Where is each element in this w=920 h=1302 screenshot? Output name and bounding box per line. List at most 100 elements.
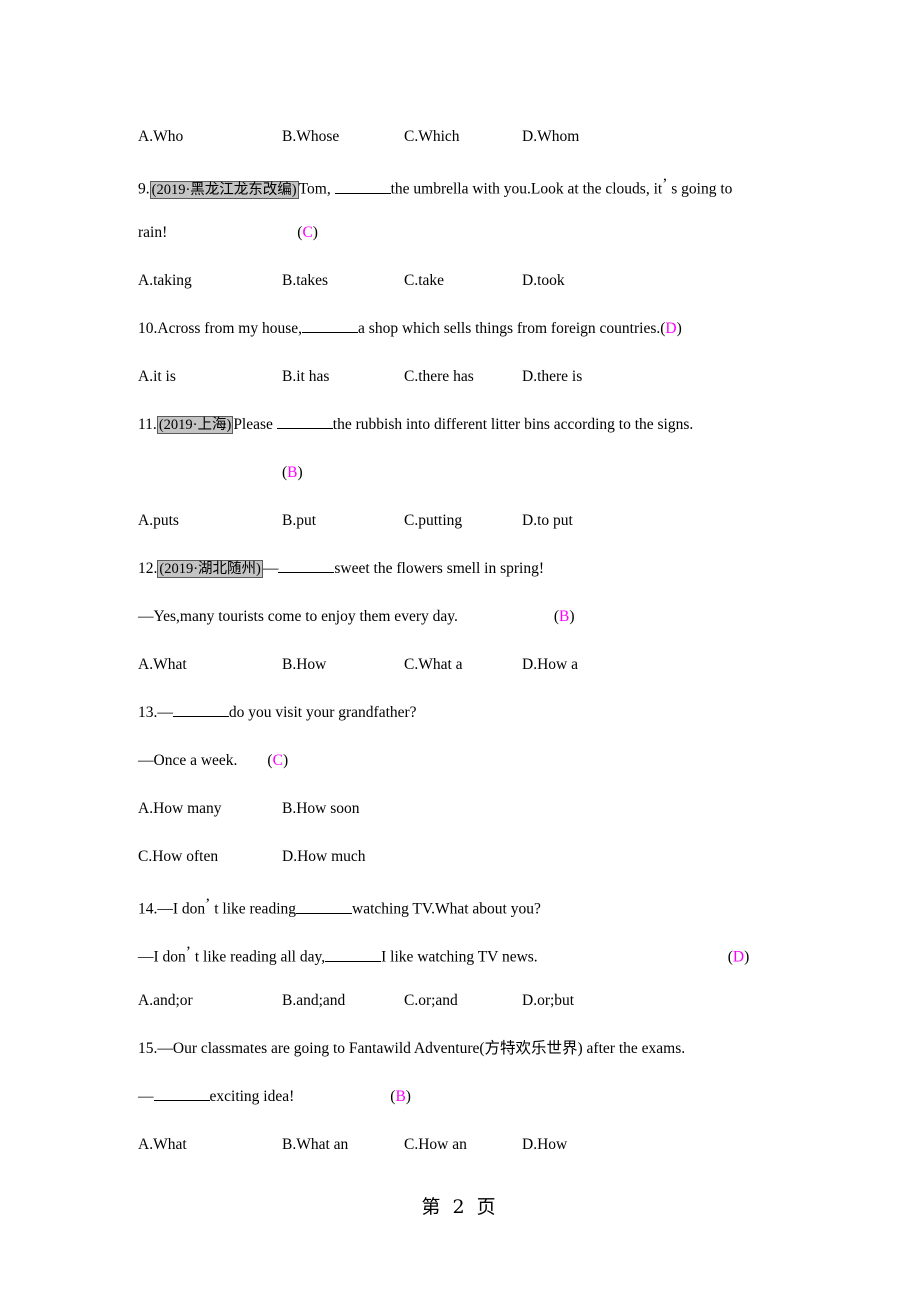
q11-answer: (B) (282, 464, 303, 481)
q15-option-b: B.What an (282, 1136, 349, 1153)
q12-source-tag: (2019·湖北随州) (157, 560, 263, 578)
q10-answer: (D) (660, 320, 682, 337)
q13-option-a: A.How many (138, 800, 222, 817)
page-footer: 第 2 页 (421, 1196, 499, 1218)
q9-source-tag: (2019·黑龙江龙东改编) (149, 180, 299, 199)
q8-option-b: B.Whose (282, 128, 340, 145)
worksheet-page: A.Who B.Whose C.Which D.Whom 9. (2019·黑龙江… (0, 0, 920, 1302)
q15-option-a: A.What (138, 1136, 187, 1153)
q11-option-d: D.to put (522, 512, 573, 529)
q11-option-a: A.puts (138, 512, 179, 529)
q9-stem-tail: s going to (667, 180, 733, 198)
q13-blank (172, 703, 229, 717)
q8-option-c: C.Which (404, 128, 460, 145)
q15-reply-after: exciting idea! (209, 1088, 295, 1105)
q11-source-tag: (2019·上海) (156, 416, 234, 434)
q9-options-row: A.taking B.takes C.take D.took (138, 266, 838, 314)
q9-option-d: D.took (522, 272, 565, 289)
q15-options-row: A.What B.What an C.How an D.How (138, 1130, 838, 1178)
q14-option-a: A.and;or (138, 992, 193, 1009)
q11-answer-line: (B) (138, 458, 838, 506)
q11-stem-after: the rubbish into different litter bins a… (332, 416, 694, 433)
q14-stem-dash: — (157, 900, 173, 918)
q9-number: 9. (138, 180, 150, 198)
q9-option-b: B.takes (282, 272, 329, 289)
q12-stem-dash: — (262, 560, 279, 577)
q9-stem-line2-text: rain! (138, 224, 168, 241)
q12-blank (278, 559, 335, 573)
q13-options-row-1: A.How many B.How soon (138, 794, 838, 842)
q11-option-b: B.put (282, 512, 317, 529)
q11-stem-before: Please (233, 416, 277, 433)
q15-stem-dash: — (157, 1040, 173, 1057)
q14-reply-mid: t like reading all day, (190, 948, 326, 966)
q13-option-b: B.How soon (282, 800, 360, 817)
q15-reply-dash: — (138, 1088, 154, 1105)
q10-option-a: A.it is (138, 368, 176, 385)
q12-option-b: B.How (282, 656, 327, 673)
q10-option-d: D.there is (522, 368, 583, 385)
q8-option-d: D.Whom (522, 128, 580, 145)
q12-option-d: D.How a (522, 656, 578, 673)
q9-stem-line2: rain! (C) (138, 218, 838, 266)
q15-answer-close: ) (405, 1088, 411, 1105)
q14-reply-after: I like watching TV news. (381, 948, 538, 966)
q14-reply-dash: — (138, 948, 154, 966)
q11-option-c: C.putting (404, 512, 463, 529)
q12-stem: 12. (2019·湖北随州) — sweet the flowers smell i… (138, 554, 838, 602)
q10-blank (302, 319, 359, 333)
q14-number: 14. (138, 900, 158, 918)
questions-container: A.Who B.Whose C.Which D.Whom 9. (2019·黑龙江… (138, 122, 838, 1178)
q10-stem-after: a shop which sells things from foreign c… (358, 320, 661, 337)
q14-stem-mid: t like reading (210, 900, 296, 918)
q11-stem: 11. (2019·上海) Please the rubbish into diff… (138, 410, 838, 458)
q14-option-d: D.or;but (522, 992, 575, 1009)
q11-number: 11. (138, 416, 157, 433)
q14-reply-blank (325, 948, 382, 962)
q15-reply-line: — exciting idea! (B) (138, 1082, 838, 1130)
q13-option-c: C.How often (138, 848, 219, 865)
q12-option-a: A.What (138, 656, 187, 673)
q10-option-c: C.there has (404, 368, 474, 385)
q9-option-a: A.taking (138, 272, 192, 289)
q13-options-row-2: C.How often D.How much (138, 842, 838, 890)
q14-answer: (D) (728, 949, 750, 966)
q11-blank (276, 415, 333, 429)
q12-reply: —Yes,many tourists come to enjoy them ev… (138, 608, 458, 625)
q13-stem-dash: — (157, 704, 173, 721)
q14-stem: 14.—I don’ t like reading watching TV.Wha… (138, 890, 838, 938)
q12-answer-close: ) (569, 608, 575, 625)
q11-options-row: A.puts B.put C.putting D.to put (138, 506, 838, 554)
q9-answer-close: ) (312, 224, 318, 241)
q13-answer-letter: C (272, 752, 283, 769)
q9-option-c: C.take (404, 272, 445, 289)
q12-reply-line: —Yes,many tourists come to enjoy them ev… (138, 602, 838, 650)
q14-answer-close: ) (744, 948, 750, 966)
q13-stem: 13.— do you visit your grandfather? (138, 698, 838, 746)
q12-answer: (B) (554, 608, 575, 625)
q15-answer-letter: B (395, 1088, 406, 1105)
q15-number: 15. (138, 1040, 158, 1057)
q9-stem-before: Tom, (298, 180, 335, 198)
q11-answer-close: ) (297, 464, 303, 481)
q10-stem-before: Across from my house, (157, 320, 303, 337)
q12-option-c: C.What a (404, 656, 463, 673)
q14-options-row: A.and;or B.and;and C.or;and D.or;but (138, 986, 838, 1034)
q14-option-b: B.and;and (282, 992, 346, 1009)
q15-stem: 15.—Our classmates are going to Fantawil… (138, 1034, 838, 1082)
q9-blank (334, 180, 391, 194)
q15-option-c: C.How an (404, 1136, 467, 1153)
q9-answer: (C) (297, 224, 318, 241)
q13-option-d: D.How much (282, 848, 366, 865)
q9-answer-letter: C (302, 224, 313, 241)
q13-reply: —Once a week. (138, 752, 238, 769)
q10-answer-letter: D (665, 320, 677, 337)
q13-number: 13. (138, 704, 158, 721)
q15-answer: (B) (390, 1088, 411, 1105)
q13-answer-close: ) (282, 752, 289, 769)
q10-stem: 10.Across from my house, a shop which sel… (138, 314, 838, 362)
q15-option-d: D.How (522, 1136, 568, 1153)
q10-number: 10. (138, 320, 158, 337)
q14-blank (296, 900, 352, 914)
q10-option-b: B.it has (282, 368, 330, 385)
